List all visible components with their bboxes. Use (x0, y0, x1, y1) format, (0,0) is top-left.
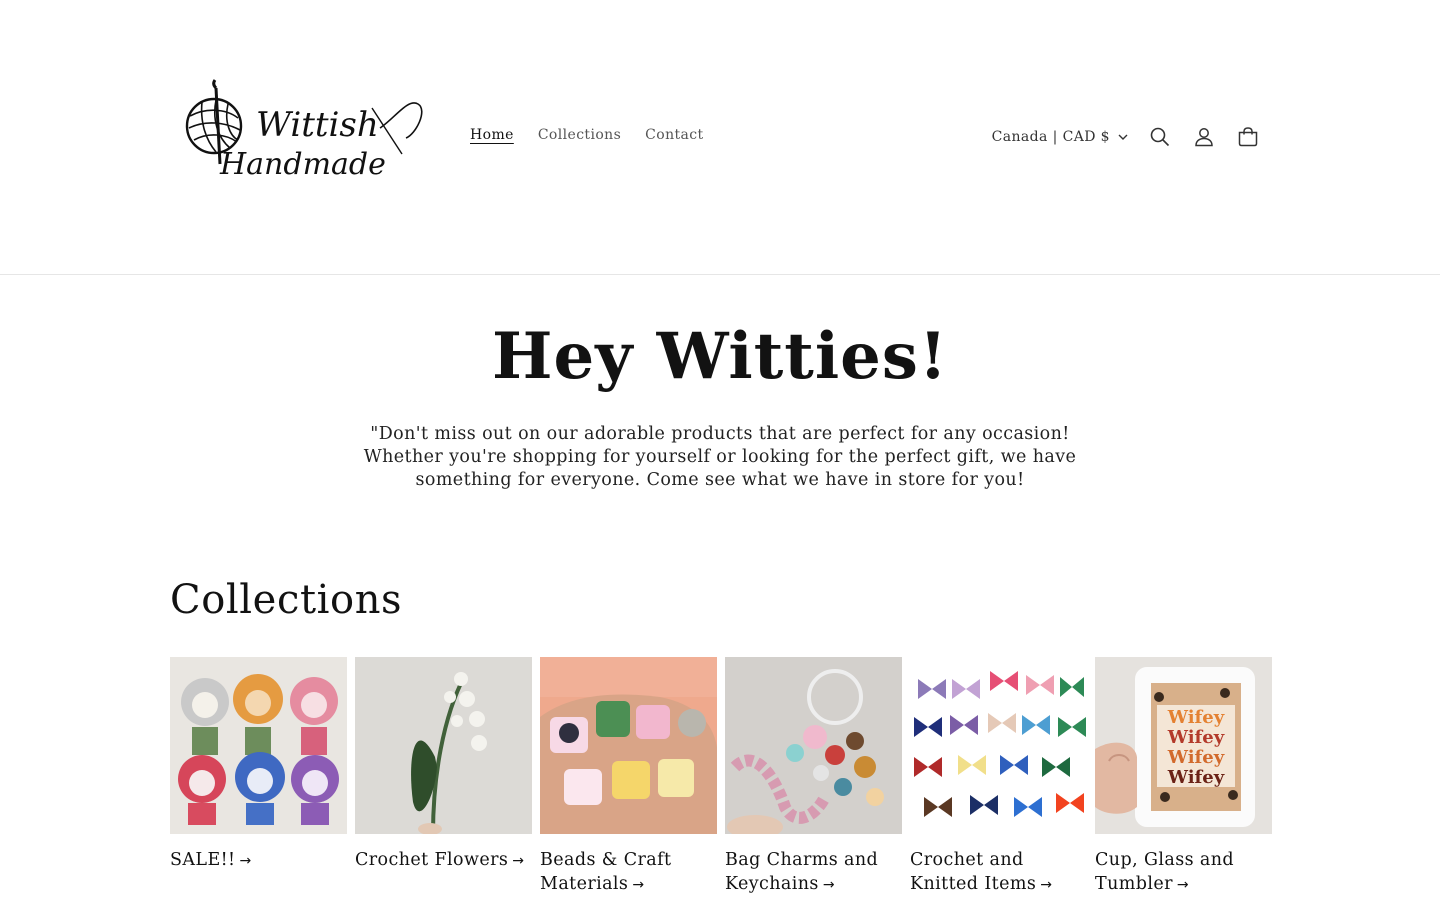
collection-title-crochet-knitted: Crochet and Knitted Items (910, 850, 1037, 894)
svg-text:Handmade: Handmade (219, 147, 386, 182)
chevron-down-icon (1118, 134, 1128, 140)
hero-text: "Don't miss out on our adorable products… (363, 424, 1077, 490)
hero-section: Hey Witties! "Don't miss out on our ador… (0, 275, 1440, 492)
collection-image-sale (170, 657, 347, 834)
search-button[interactable] (1138, 118, 1182, 156)
svg-text:Wittish: Wittish (256, 105, 379, 145)
arrow-right-icon: → (1040, 877, 1053, 893)
cart-button[interactable] (1226, 118, 1270, 156)
account-icon (1195, 128, 1213, 147)
country-currency-selector[interactable]: Canada | CAD $ (992, 129, 1128, 145)
collection-card-crochet-knitted[interactable]: Crochet and Knitted Items → (910, 657, 1087, 897)
nav-collections[interactable]: Collections (526, 124, 633, 146)
collection-grid: SALE!! → Crochet Flowers → Beads & Craft… (170, 657, 1272, 897)
collection-image-beads-craft (540, 657, 717, 834)
collection-title-bag-charms: Bag Charms and Keychains (725, 850, 879, 894)
arrow-right-icon: → (822, 877, 835, 893)
svg-text:Wifey: Wifey (1167, 707, 1225, 728)
collection-title-crochet-flowers: Crochet Flowers (355, 850, 509, 870)
nav-home[interactable]: Home (458, 124, 526, 146)
collection-card-beads-craft[interactable]: Beads & Craft Materials → (540, 657, 717, 897)
collections-section: Collections SALE!! → Crochet Flowers → B… (170, 572, 1272, 897)
arrow-right-icon: → (239, 853, 252, 869)
collection-image-crochet-knitted (910, 657, 1087, 834)
collection-image-crochet-flowers (355, 657, 532, 834)
collection-card-sale[interactable]: SALE!! → (170, 657, 347, 897)
account-button[interactable] (1182, 118, 1226, 156)
collection-title-beads-craft: Beads & Craft Materials (540, 850, 672, 894)
header-actions: Canada | CAD $ (992, 118, 1270, 156)
arrow-right-icon: → (632, 877, 645, 893)
svg-text:Wifey: Wifey (1167, 727, 1225, 748)
collection-card-bag-charms[interactable]: Bag Charms and Keychains → (725, 657, 902, 897)
svg-text:Wifey: Wifey (1167, 747, 1225, 768)
localization-label: Canada | CAD $ (991, 129, 1110, 145)
nav-contact[interactable]: Contact (633, 124, 715, 146)
svg-text:Wifey: Wifey (1167, 767, 1225, 788)
collection-card-crochet-flowers[interactable]: Crochet Flowers → (355, 657, 532, 897)
arrow-right-icon: → (1176, 877, 1189, 893)
collection-title-sale: SALE!! (170, 850, 236, 870)
brand-logo[interactable]: Wittish Handmade (180, 78, 430, 194)
logo-yarn-ball-icon: Wittish Handmade (185, 79, 423, 182)
main-nav: Home Collections Contact (458, 124, 716, 146)
site-header: Wittish Handmade Home Collections Contac… (0, 0, 1440, 275)
collections-heading: Collections (170, 577, 403, 623)
cart-icon (1238, 127, 1258, 147)
collection-card-cup-glass[interactable]: Wifey Wifey Wifey Wifey Cup, Glass and T… (1095, 657, 1272, 897)
collection-image-bag-charms (725, 657, 902, 834)
collection-title-cup-glass: Cup, Glass and Tumbler (1095, 850, 1235, 894)
search-icon (1150, 127, 1170, 147)
collection-image-cup-glass: Wifey Wifey Wifey Wifey (1095, 657, 1272, 834)
arrow-right-icon: → (512, 853, 525, 869)
hero-title: Hey Witties! (492, 319, 948, 394)
